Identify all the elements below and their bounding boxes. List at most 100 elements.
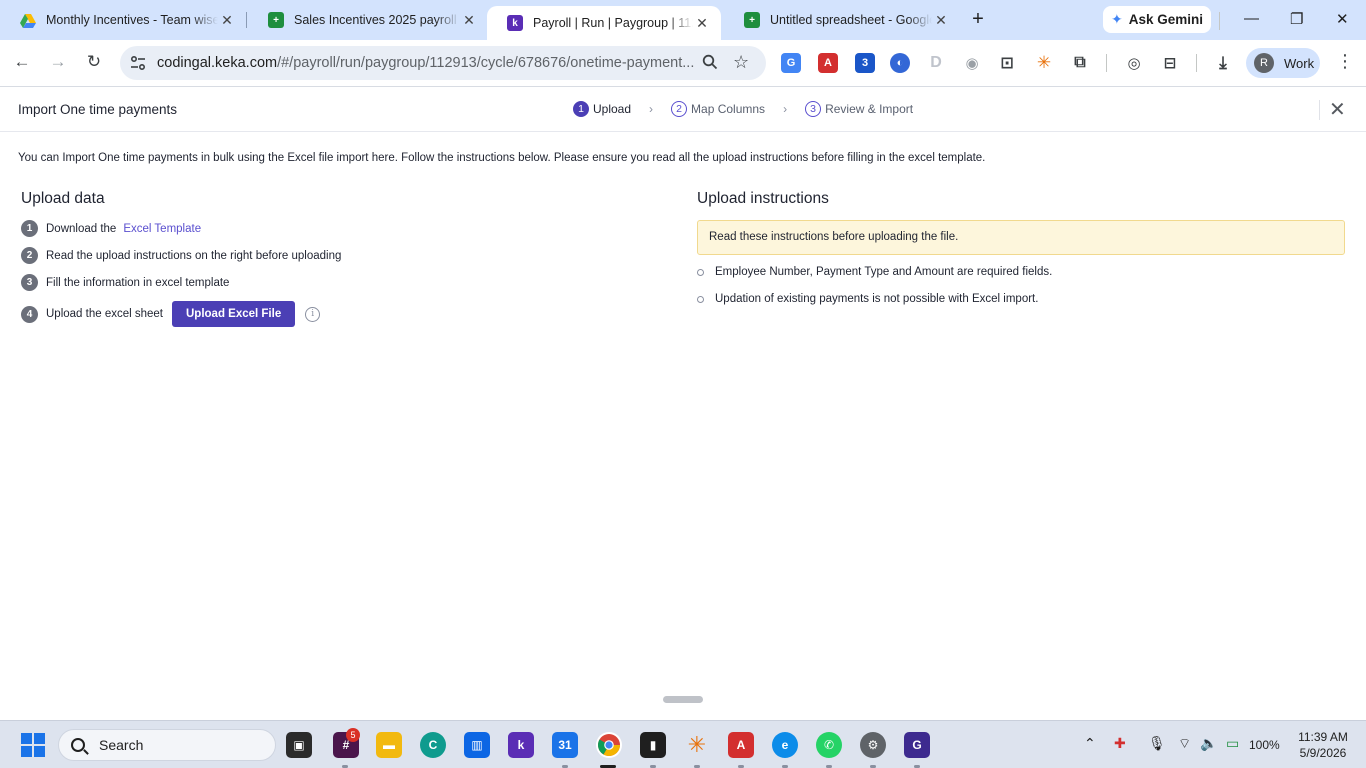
browser-tab-payroll-run[interactable]: k Payroll | Run | Paygroup | 11291 ✕ [487,6,721,40]
trello-icon[interactable]: ▥ [464,732,490,758]
edge-icon[interactable]: e [772,732,798,758]
minimize-icon[interactable]: — [1244,10,1259,27]
step-review-import[interactable]: 3 Review & Import [805,101,913,117]
import-stepper: 1 Upload › 2 Map Columns › 3 Review & Im… [573,101,913,117]
tab-title: Untitled spreadsheet - Google S [770,13,932,27]
step-upload[interactable]: 1 Upload [573,101,631,117]
info-icon[interactable]: i [305,306,321,322]
settings-gear-icon[interactable]: ⚙ [860,732,886,758]
reload-icon[interactable]: ↻ [83,52,105,72]
app-g-icon[interactable]: G [904,732,930,758]
instructions-notice: Read these instructions before uploading… [697,220,1345,255]
back-arrow-icon[interactable]: ← [11,52,33,72]
tab-title: Sales Incentives 2025 payroll (M [294,13,460,27]
claude-icon[interactable]: ✳ [684,732,710,758]
clock-date: 5/9/2026 [1299,746,1347,760]
address-bar[interactable]: codingal.keka.com/#/payroll/run/paygroup… [120,46,766,80]
search-icon [71,738,85,752]
slack-badge: 5 [346,728,360,742]
extension-badge-icon[interactable]: 3 [855,53,875,73]
app-c-icon[interactable]: C [420,732,446,758]
profile-button[interactable]: R Work [1246,48,1320,78]
zoom-icon[interactable] [702,54,718,75]
page-title: Import One time payments [18,102,178,117]
forward-arrow-icon[interactable]: → [47,52,69,72]
adobe-acrobat-icon[interactable]: A [728,732,754,758]
google-sheets-icon: + [744,12,760,28]
keka-icon: k [507,15,523,31]
screenshot-icon[interactable]: ⊡ [997,53,1017,73]
close-icon[interactable]: ✕ [1329,97,1346,122]
step-text: Read the upload instructions on the righ… [46,249,342,262]
extensions-puzzle-icon[interactable]: ⧉ [1070,53,1090,73]
browser-tab-untitled-spreadsheet[interactable]: + Untitled spreadsheet - Google S ✕ [724,4,960,36]
whatsapp-icon[interactable]: ✆ [816,732,842,758]
stocks-app-icon[interactable]: ▮ [640,732,666,758]
google-calendar-icon[interactable]: 31 [552,732,578,758]
step-number-badge: 3 [21,274,38,291]
close-tab-icon[interactable]: ✕ [460,12,478,29]
step-label: Review & Import [825,102,914,116]
volume-icon[interactable]: 🔈 [1200,735,1217,752]
tab-search-icon[interactable]: ⊟ [1160,53,1180,73]
keka-icon[interactable]: k [508,732,534,758]
browser-menu-icon[interactable]: ⋮ [1336,51,1354,72]
page-header: Import One time payments 1 Upload › 2 Ma… [0,88,1366,132]
site-settings-icon[interactable] [129,54,147,72]
browser-tab-monthly-incentives[interactable]: Monthly Incentives - Team wise ✕ [0,4,246,36]
tray-app-icon[interactable]: ✚ [1114,735,1126,752]
clock[interactable]: 11:39 AM 5/9/2026 [1290,729,1356,761]
url-path: /#/payroll/run/paygroup/112913/cycle/678… [277,55,695,71]
profile-name: Work [1284,55,1315,71]
step-map-columns[interactable]: 2 Map Columns [671,101,765,117]
instruction-item: Employee Number, Payment Type and Amount… [697,266,1052,278]
close-tab-icon[interactable]: ✕ [218,12,236,29]
microphone-icon[interactable]: 🎙 [1148,735,1166,752]
scroll-handle[interactable] [663,696,703,703]
battery-icon[interactable]: ▭ [1226,735,1239,752]
chevron-right-icon: › [783,102,788,116]
google-translate-icon[interactable]: G [781,53,801,73]
extension-badge-count: 3 [861,57,869,69]
lens-icon[interactable]: ◎ [1124,53,1144,73]
extension-d-icon[interactable]: D [926,53,946,73]
browser-tab-sales-incentives[interactable]: + Sales Incentives 2025 payroll (M ✕ [248,4,488,36]
show-hidden-icons[interactable]: ⌃ [1084,735,1096,752]
download-icon[interactable]: ⤓ [1213,53,1233,73]
new-tab-button[interactable]: + [968,8,988,32]
extension-globe-icon[interactable]: ◐ [890,53,910,73]
restore-icon[interactable]: ❐ [1290,10,1303,28]
task-view-icon[interactable]: ▣ [286,732,312,758]
divider [1196,54,1197,72]
camera-icon[interactable]: ◉ [962,53,982,73]
step-label: Map Columns [691,102,766,116]
instruction-item: Updation of existing payments is not pos… [697,293,1038,305]
close-window-icon[interactable]: ✕ [1336,10,1349,28]
claude-icon[interactable]: ✳ [1034,53,1054,73]
file-explorer-icon[interactable]: ▬ [376,732,402,758]
import-page: Import One time payments 1 Upload › 2 Ma… [0,88,1366,720]
close-tab-icon[interactable]: ✕ [693,15,711,32]
windows-start-icon[interactable] [21,733,45,757]
excel-template-link[interactable]: Excel Template [123,223,201,235]
close-tab-icon[interactable]: ✕ [932,12,950,29]
chrome-icon[interactable] [596,732,622,758]
bullet-icon [697,295,704,303]
clock-time: 11:39 AM [1298,730,1348,744]
divider [1319,100,1320,120]
gemini-sparkle-icon: ✦ [1110,11,1123,27]
chevron-right-icon: › [649,102,654,116]
upload-excel-file-button[interactable]: Upload Excel File [172,301,296,327]
instruction-text: Updation of existing payments is not pos… [715,293,1039,305]
ask-gemini-button[interactable]: ✦ Ask Gemini [1103,6,1211,33]
step-text: Download the [46,222,117,235]
avatar: R [1254,53,1274,73]
step-number-badge: 4 [21,305,38,323]
browser-tab-strip: Monthly Incentives - Team wise ✕ + Sales… [0,0,1366,40]
bookmark-star-icon[interactable]: ☆ [733,52,749,73]
adobe-acrobat-icon[interactable]: A [818,53,838,73]
url-text[interactable]: codingal.keka.com/#/payroll/run/paygroup… [157,55,697,71]
taskbar-search[interactable]: Search [58,729,276,761]
wifi-icon[interactable]: ⌔ [1178,735,1191,753]
upload-step-3: 3 Fill the information in excel template [21,274,229,291]
